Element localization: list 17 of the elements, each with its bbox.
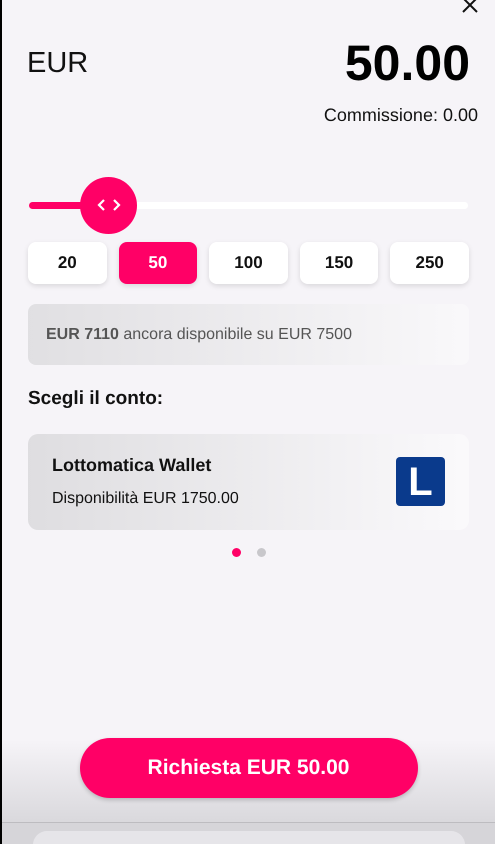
account-balance: Disponibilità EUR 1750.00 [52,489,239,509]
section-heading: Scegli il conto: [27,387,164,411]
amount-chip[interactable]: 100 [209,242,288,284]
availability-text: EUR 7110 ancora disponibile su EUR 7500 [46,324,352,344]
commission-text: Commissione: 0.00 [324,104,478,127]
wallet-logo: L [396,457,445,506]
amount-value: 50.00 [344,38,470,88]
amount-chip[interactable]: 20 [28,242,107,284]
arrows-icon [96,198,121,212]
account-card[interactable]: Lottomatica Wallet Disponibilità EUR 1750.00 L [28,434,469,530]
request-button[interactable]: Richiesta EUR 50.00 [80,738,418,798]
account-name: Lottomatica Wallet [52,454,212,477]
amount-chip[interactable]: 150 [300,242,378,284]
amount-chip[interactable]: 50 [118,242,198,284]
amount-chip[interactable]: 250 [390,242,469,284]
currency-label: EUR [27,46,88,81]
close-icon[interactable] [461,0,479,14]
